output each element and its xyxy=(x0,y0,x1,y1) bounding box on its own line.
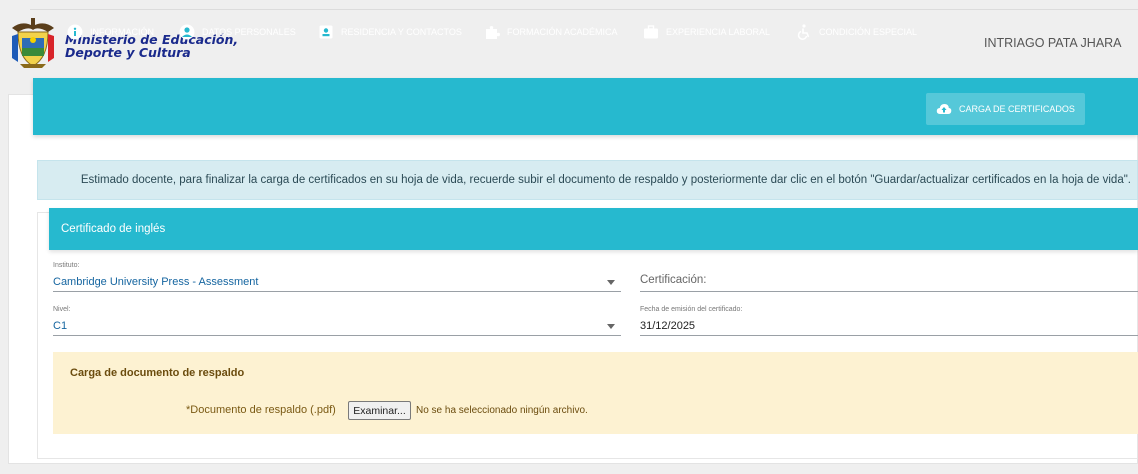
info-alert-text: Estimado docente, para finalizar la carg… xyxy=(80,174,1131,186)
tab-carga-certificados[interactable]: CARGA DE CERTIFICADOS xyxy=(926,93,1085,125)
tab-label: INFORMACIÓN xyxy=(90,27,154,37)
chevron-down-icon xyxy=(607,324,615,329)
ministry-name-line2: Deporte y Cultura xyxy=(65,45,191,60)
tab-datos-personales[interactable]: DATOS PERSONALES xyxy=(179,18,296,46)
institute-value: Cambridge University Press - Assessment xyxy=(53,276,259,288)
level-select[interactable]: Nivel: C1 xyxy=(53,306,621,336)
institute-select[interactable]: Instituto: Cambridge University Press - … xyxy=(53,262,621,292)
tab-label: EXPERIENCIA LABORAL xyxy=(666,27,771,37)
certificate-card-title: Certificado de inglés xyxy=(61,223,166,235)
tab-formacion-academica[interactable]: FORMACIÓN ACADÉMICA xyxy=(484,18,618,46)
header-divider xyxy=(30,9,1138,10)
tab-label: CONDICIÓN ESPECIAL xyxy=(819,27,918,37)
tab-label: RESIDENCIA Y CONTACTOS xyxy=(341,27,462,37)
user-circle-icon xyxy=(179,24,195,40)
cloud-upload-icon xyxy=(936,104,952,114)
tab-residencia-contactos[interactable]: RESIDENCIA Y CONTACTOS xyxy=(318,18,462,46)
contact-card-icon xyxy=(319,25,333,39)
tab-label: DATOS PERSONALES xyxy=(202,27,296,37)
tab-label: FORMACIÓN ACADÉMICA xyxy=(507,27,618,37)
tab-experiencia-laboral[interactable]: EXPERIENCIA LABORAL xyxy=(643,18,770,46)
level-value: C1 xyxy=(53,320,68,332)
certificate-card-header: Certificado de inglés xyxy=(49,208,1138,250)
puzzle-icon xyxy=(486,26,500,39)
institute-label: Instituto: xyxy=(53,262,80,269)
info-icon xyxy=(67,24,83,40)
level-label: Nivel: xyxy=(53,306,71,313)
issue-date-label: Fecha de emisión del certificado: xyxy=(640,306,743,313)
issue-date-field[interactable]: Fecha de emisión del certificado: 31/12/… xyxy=(640,306,1138,336)
tab-informacion[interactable]: INFORMACIÓN xyxy=(67,18,154,46)
file-status-text: No se ha seleccionado ningún archivo. xyxy=(416,405,588,416)
info-alert: Estimado docente, para finalizar la carg… xyxy=(37,160,1138,200)
tab-condicion-especial[interactable]: CONDICIÓN ESPECIAL xyxy=(796,18,917,46)
browse-file-button[interactable]: Examinar... xyxy=(348,401,411,420)
briefcase-icon xyxy=(644,25,658,39)
supporting-document-label: *Documento de respaldo (.pdf) xyxy=(186,404,336,416)
chevron-down-icon xyxy=(607,280,615,285)
upload-section-title: Carga de documento de respaldo xyxy=(70,367,245,379)
certification-placeholder: Certificación: xyxy=(640,274,707,286)
coat-of-arms-logo xyxy=(12,18,54,68)
wheelchair-icon xyxy=(797,24,810,40)
certification-field[interactable]: Certificación: xyxy=(640,262,1138,292)
upload-section xyxy=(53,352,1138,434)
user-menu[interactable]: INTRIAGO PATA JHARA xyxy=(984,36,1138,52)
issue-date-value: 31/12/2025 xyxy=(640,320,696,332)
tab-label: CARGA DE CERTIFICADOS xyxy=(959,104,1075,114)
